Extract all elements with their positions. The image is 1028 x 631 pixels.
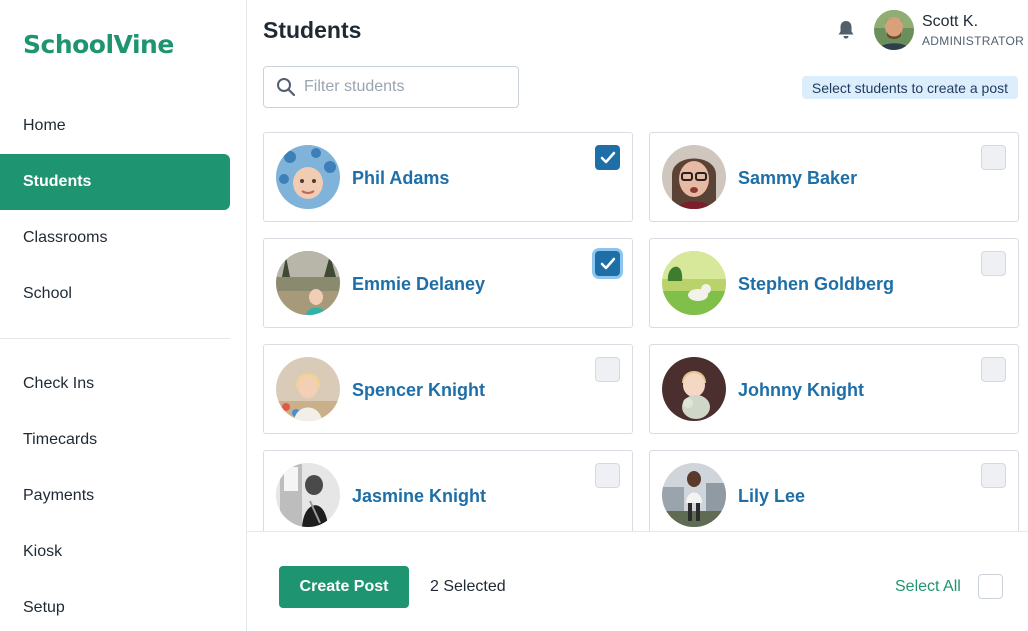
search-icon xyxy=(277,78,296,97)
schoolvine-logo[interactable]: SchoolVine xyxy=(23,30,174,59)
student-name[interactable]: Emmie Delaney xyxy=(352,274,485,295)
action-footer: Create Post 2 Selected Select All xyxy=(247,531,1028,631)
user-name[interactable]: Scott K. xyxy=(922,13,978,31)
student-name[interactable]: Sammy Baker xyxy=(738,168,857,189)
student-photo xyxy=(276,145,340,209)
student-card[interactable]: Phil Adams xyxy=(263,132,633,222)
student-card[interactable]: Sammy Baker xyxy=(649,132,1019,222)
student-name[interactable]: Johnny Knight xyxy=(738,380,864,401)
student-checkbox[interactable] xyxy=(595,357,620,382)
student-photo xyxy=(662,463,726,527)
student-photo xyxy=(662,145,726,209)
student-photo xyxy=(276,357,340,421)
student-name[interactable]: Phil Adams xyxy=(352,168,449,189)
student-card[interactable]: Emmie Delaney xyxy=(263,238,633,328)
student-checkbox[interactable] xyxy=(595,145,620,170)
student-name[interactable]: Spencer Knight xyxy=(352,380,485,401)
sidebar: SchoolVine Home Students Classrooms Scho… xyxy=(0,0,247,631)
nav-item-timecards[interactable]: Timecards xyxy=(0,412,230,468)
nav-divider xyxy=(0,338,230,339)
student-checkbox[interactable] xyxy=(981,357,1006,382)
student-checkbox[interactable] xyxy=(981,251,1006,276)
student-card[interactable]: Lily Lee xyxy=(649,450,1019,531)
nav-item-students[interactable]: Students xyxy=(0,154,230,210)
select-all-checkbox[interactable] xyxy=(978,574,1003,599)
page-title: Students xyxy=(263,17,362,43)
nav-item-school[interactable]: School xyxy=(0,266,230,322)
nav-item-kiosk[interactable]: Kiosk xyxy=(0,524,230,580)
student-photo xyxy=(662,357,726,421)
bell-icon[interactable] xyxy=(835,19,857,41)
student-checkbox[interactable] xyxy=(595,463,620,488)
nav-item-setup[interactable]: Setup xyxy=(0,580,230,631)
student-checkbox[interactable] xyxy=(595,251,620,276)
student-card[interactable]: Jasmine Knight xyxy=(263,450,633,531)
search-input[interactable] xyxy=(304,78,504,96)
user-avatar[interactable] xyxy=(874,10,914,50)
user-role: ADMINISTRATOR xyxy=(922,34,1025,48)
students-grid: Phil Adams Sammy Baker Emmie Delaney Ste… xyxy=(263,132,1019,531)
student-name[interactable]: Jasmine Knight xyxy=(352,486,486,507)
student-card[interactable]: Stephen Goldberg xyxy=(649,238,1019,328)
create-post-button[interactable]: Create Post xyxy=(279,566,409,608)
selected-count: 2 Selected xyxy=(430,578,506,595)
search-box[interactable] xyxy=(263,66,519,108)
nav-item-payments[interactable]: Payments xyxy=(0,468,230,524)
student-checkbox[interactable] xyxy=(981,463,1006,488)
student-name[interactable]: Stephen Goldberg xyxy=(738,274,894,295)
student-checkbox[interactable] xyxy=(981,145,1006,170)
student-photo xyxy=(276,251,340,315)
student-photo xyxy=(276,463,340,527)
student-name[interactable]: Lily Lee xyxy=(738,486,805,507)
student-photo xyxy=(662,251,726,315)
student-card[interactable]: Johnny Knight xyxy=(649,344,1019,434)
select-all-link[interactable]: Select All xyxy=(895,578,961,596)
nav-item-check-ins[interactable]: Check Ins xyxy=(0,356,230,412)
hint-badge: Select students to create a post xyxy=(801,76,1018,99)
student-card[interactable]: Spencer Knight xyxy=(263,344,633,434)
nav-item-home[interactable]: Home xyxy=(0,98,230,154)
nav-item-classrooms[interactable]: Classrooms xyxy=(0,210,230,266)
